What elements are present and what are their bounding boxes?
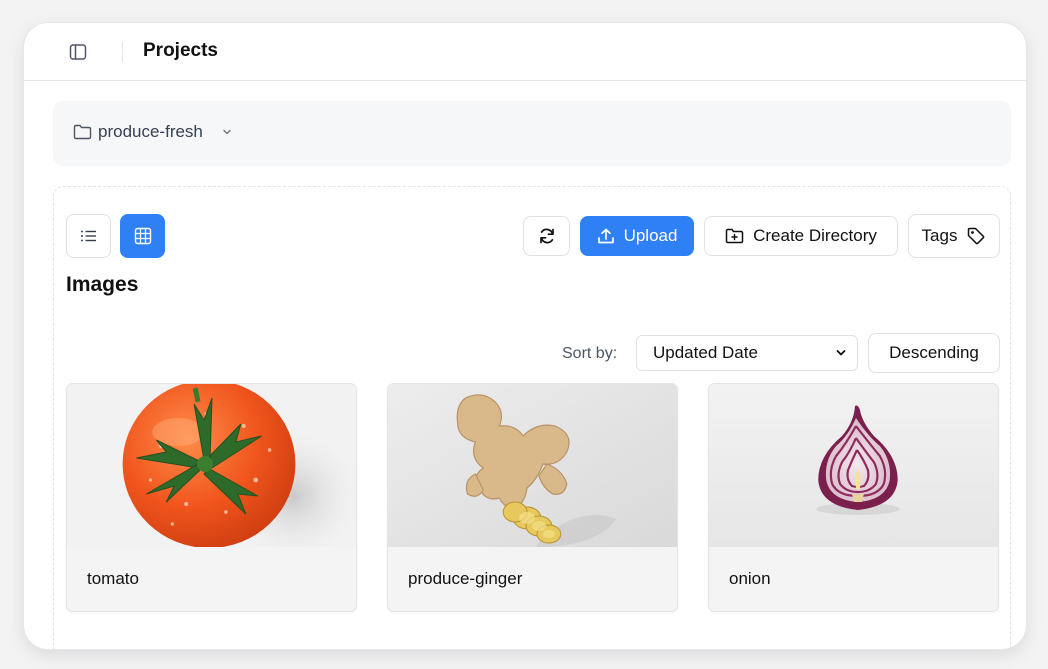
grid-view-button[interactable] (120, 214, 165, 258)
create-directory-label: Create Directory (753, 226, 877, 245)
list-icon (80, 229, 98, 243)
sort-order-button[interactable]: Descending (868, 333, 1000, 373)
tag-icon (966, 226, 986, 246)
chevron-down-icon (221, 126, 233, 138)
upload-button[interactable]: Upload (580, 216, 694, 256)
page-title: Projects (143, 40, 218, 61)
image-card[interactable]: onion (708, 383, 999, 612)
image-name: onion (729, 569, 771, 588)
sort-label: Sort by: (562, 345, 618, 362)
project-selector[interactable]: produce-fresh (73, 122, 233, 142)
upload-label: Upload (623, 226, 678, 245)
section-title: Images (66, 273, 139, 296)
folder-icon (73, 124, 92, 140)
create-directory-button[interactable]: Create Directory (704, 216, 898, 256)
tags-label: Tags (921, 226, 958, 245)
grid-icon (134, 227, 152, 245)
topbar-divider (122, 42, 123, 62)
ginger-thumbnail (388, 384, 677, 547)
sort-select-value: Updated Date (653, 343, 758, 362)
folder-plus-icon (725, 228, 744, 244)
upload-icon (597, 227, 615, 245)
onion-thumbnail (709, 384, 998, 547)
refresh-button[interactable] (523, 216, 570, 256)
image-name: tomato (87, 569, 139, 588)
top-bar: Projects (24, 23, 1026, 81)
tomato-thumbnail (67, 384, 356, 547)
sort-select[interactable]: Updated Date (636, 335, 858, 371)
refresh-icon (537, 226, 557, 246)
image-card[interactable]: tomato (66, 383, 357, 612)
app-window: Projects produce-fresh Upload Create Dir… (24, 23, 1026, 649)
image-card[interactable]: produce-ginger (387, 383, 678, 612)
image-name: produce-ginger (408, 569, 523, 588)
list-view-button[interactable] (66, 214, 111, 258)
project-name: produce-fresh (98, 122, 203, 141)
project-bar: produce-fresh (53, 101, 1011, 166)
image-browser: Upload Create Directory Tags Images Sort… (53, 186, 1011, 649)
sidebar-toggle-icon[interactable] (68, 42, 88, 62)
chevron-down-icon (835, 347, 847, 359)
tags-button[interactable]: Tags (908, 214, 1000, 258)
